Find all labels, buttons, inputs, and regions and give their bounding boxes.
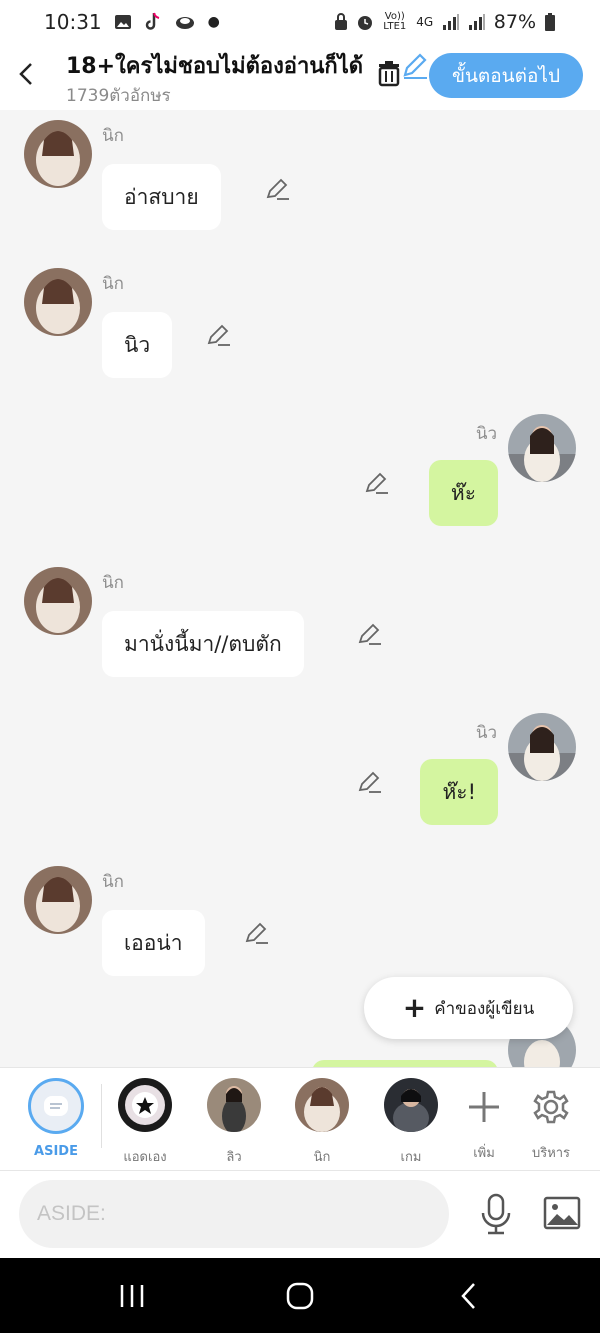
- pencil-icon: [365, 472, 388, 494]
- liw-avatar: [207, 1078, 261, 1132]
- signal-icon: [442, 14, 459, 30]
- home-button[interactable]: [280, 1280, 320, 1312]
- recents-button[interactable]: [112, 1280, 152, 1312]
- pencil-icon: [403, 53, 427, 79]
- aside-avatar: [28, 1078, 84, 1134]
- divider: [101, 1084, 102, 1148]
- message-bubble[interactable]: นิว: [102, 312, 173, 378]
- back-button[interactable]: [12, 58, 40, 90]
- plus-icon: [469, 1092, 499, 1122]
- char-label: ลิว: [226, 1150, 242, 1165]
- admin-avatar: [118, 1078, 172, 1132]
- back-chevron-icon: [461, 1283, 475, 1309]
- message-row: นิก มานั่งนี้มา//ตบตัก: [0, 559, 600, 699]
- input-bar: ASIDE:: [0, 1170, 600, 1258]
- status-time: 10:31: [44, 10, 102, 34]
- image-button[interactable]: [542, 1193, 582, 1233]
- battery-icon: [545, 13, 555, 31]
- mic-button[interactable]: [476, 1193, 516, 1235]
- battery-text: 87%: [493, 11, 536, 33]
- char-label: เพิ่ม: [473, 1146, 495, 1161]
- sender-name: นิก: [102, 274, 124, 294]
- message-row: นิว ห๊ะ!: [0, 713, 600, 853]
- author-note-button[interactable]: + คำของผู้เขียน: [364, 977, 573, 1039]
- char-admin[interactable]: แอดเอง: [110, 1078, 180, 1167]
- message-bubble[interactable]: อ่าสบาย: [102, 164, 221, 230]
- char-game[interactable]: เกม: [376, 1078, 446, 1167]
- partial-message-bubble: [312, 1060, 498, 1067]
- edit-title-button[interactable]: [400, 50, 430, 80]
- avatar-nik[interactable]: [24, 866, 92, 934]
- net-4g-label: 4G: [416, 15, 434, 29]
- edit-message-button[interactable]: [364, 470, 390, 496]
- edit-message-button[interactable]: [206, 322, 232, 348]
- image-icon: [543, 1196, 581, 1230]
- char-label: บริหาร: [531, 1146, 571, 1161]
- dot-icon: ●: [207, 14, 220, 30]
- plus-icon: +: [402, 991, 427, 1024]
- char-label: ASIDE: [34, 1144, 78, 1159]
- edit-message-button[interactable]: [357, 769, 383, 795]
- system-back-button[interactable]: [448, 1280, 488, 1312]
- message-bubble[interactable]: ห๊ะ: [428, 460, 498, 526]
- pencil-icon: [358, 771, 381, 793]
- status-bar: 10:31 ● Vo)) LTE1 4G 87%: [0, 0, 600, 44]
- page-title: 18+ใครไม่ชอบไม่ต้องอ่านก็ได้: [66, 54, 364, 79]
- next-step-button[interactable]: ขั้นตอนต่อไป: [429, 53, 583, 98]
- edit-message-button[interactable]: [357, 621, 383, 647]
- char-count: 1739ตัวอักษร: [66, 86, 171, 106]
- edit-message-button[interactable]: [265, 176, 291, 202]
- sender-name: นิก: [102, 573, 124, 593]
- pencil-icon: [358, 623, 381, 645]
- game-avatar: [384, 1078, 438, 1132]
- sender-name: นิก: [102, 872, 124, 892]
- char-liw[interactable]: ลิว: [199, 1078, 269, 1167]
- tiktok-icon: [145, 12, 159, 30]
- home-icon: [286, 1282, 314, 1310]
- message-bubble[interactable]: ห๊ะ!: [420, 759, 498, 825]
- avatar-nik[interactable]: [24, 120, 92, 188]
- gallery-icon: [114, 15, 131, 29]
- character-bar: ASIDE แอดเอง ลิว นิก เกม เพิ่ม บริหาร: [0, 1067, 600, 1170]
- avatar-nik[interactable]: [24, 567, 92, 635]
- pencil-icon: [266, 178, 289, 200]
- sender-name: นิว: [475, 723, 497, 743]
- add-character-button[interactable]: เพิ่ม: [449, 1078, 519, 1163]
- sender-name: นิว: [475, 424, 497, 444]
- char-nik[interactable]: นิก: [287, 1078, 357, 1167]
- nik-avatar: [295, 1078, 349, 1132]
- message-row: นิว ห๊ะ: [0, 414, 600, 554]
- recents-icon: [120, 1285, 144, 1307]
- lock-icon: [334, 13, 347, 30]
- alarm-icon: [357, 16, 372, 30]
- char-label: นิก: [313, 1150, 331, 1165]
- cloud-icon: [175, 17, 194, 29]
- chat-area[interactable]: นิก อ่าสบาย นิก นิว นิว ห๊ะ นิก มานั่งนี: [0, 110, 600, 1067]
- manage-button[interactable]: บริหาร: [516, 1078, 586, 1163]
- sender-name: นิก: [102, 126, 124, 146]
- message-row: นิก อ่าสบาย: [0, 112, 600, 252]
- char-aside[interactable]: ASIDE: [21, 1078, 91, 1159]
- chevron-left-icon: [19, 63, 32, 85]
- message-input[interactable]: ASIDE:: [19, 1180, 449, 1248]
- volte-label: Vo)) LTE1: [383, 11, 407, 32]
- pencil-icon: [245, 922, 268, 944]
- message-bubble[interactable]: มานั่งนี้มา//ตบตัก: [102, 611, 304, 677]
- message-bubble[interactable]: เออน่า: [102, 910, 205, 976]
- header: 18+ใครไม่ชอบไม่ต้องอ่านก็ได้ 1739ตัวอักษ…: [0, 44, 600, 110]
- message-row: นิก นิว: [0, 260, 600, 400]
- microphone-icon: [481, 1193, 511, 1235]
- avatar-nik[interactable]: [24, 268, 92, 336]
- system-nav-bar: [0, 1258, 600, 1333]
- chat-bubble-icon: [44, 1096, 68, 1116]
- char-label: แอดเอง: [123, 1150, 167, 1165]
- signal-icon-2: [468, 14, 485, 30]
- avatar-niw[interactable]: [508, 713, 576, 781]
- edit-message-button[interactable]: [244, 920, 270, 946]
- char-label: เกม: [400, 1150, 422, 1165]
- gear-icon: [533, 1090, 569, 1124]
- avatar-niw[interactable]: [508, 414, 576, 482]
- author-note-label: คำของผู้เขียน: [434, 998, 535, 1019]
- pencil-icon: [207, 324, 230, 346]
